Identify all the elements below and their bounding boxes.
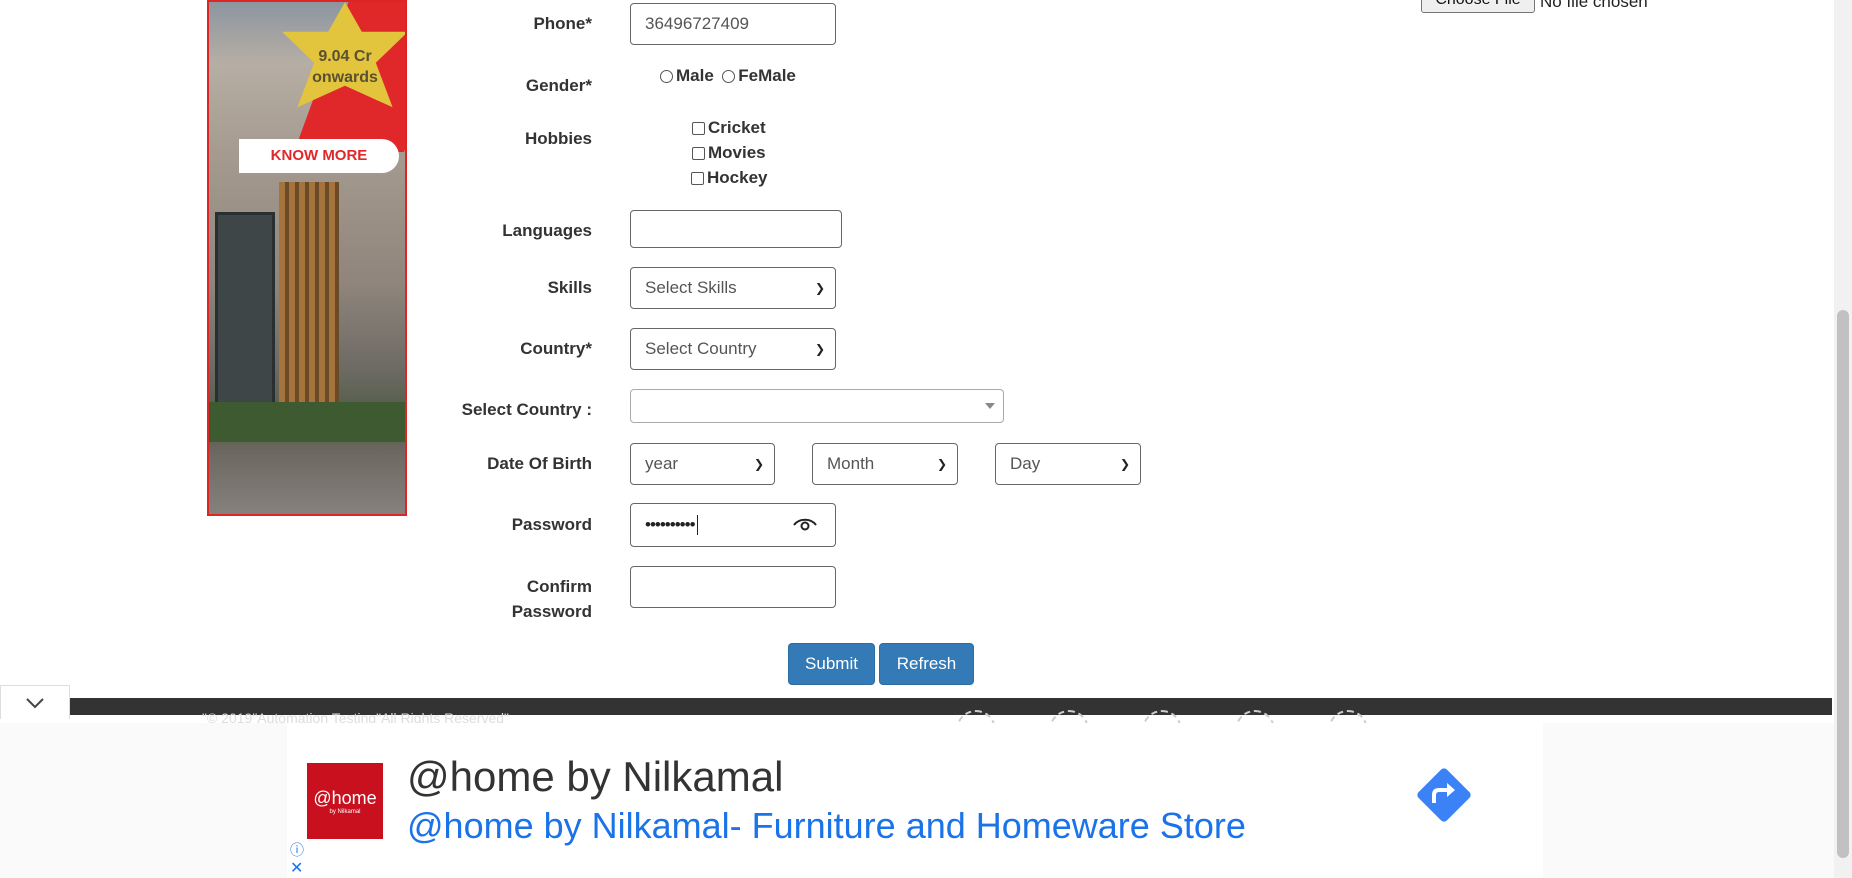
confirm-password-input[interactable] (630, 566, 836, 608)
ad-window-image (215, 212, 275, 412)
choose-file-button[interactable]: Choose File (1421, 0, 1535, 13)
select-country-label: Select Country : (461, 400, 592, 419)
ad-price-line1: 9.04 Cr (318, 48, 372, 65)
gender-female-label: FeMale (738, 66, 796, 85)
hobby-movies-checkbox[interactable] (692, 146, 705, 160)
chevron-down-icon: ❯ (753, 457, 764, 471)
ad-logo-sub: by Nilkamal (329, 808, 361, 815)
page: 9.04 Cr onwards KNOW MORE Choose File No… (0, 0, 1852, 878)
gender-label: Gender* (525, 76, 592, 95)
bottom-advertisement: @home by Nilkamal @home by Nilkamal @hom… (0, 723, 1834, 878)
phone-input[interactable] (630, 3, 836, 45)
vertical-scrollbar[interactable] (1834, 0, 1852, 878)
languages-label: Languages (502, 221, 592, 240)
ad-price-line2: onwards (312, 69, 378, 86)
chevron-down-icon: ❯ (814, 342, 825, 356)
dropdown-arrow-icon (985, 403, 995, 409)
ad-door-image (279, 182, 339, 427)
collapse-ad-button[interactable] (0, 685, 70, 719)
country-select-value: Select Country (645, 339, 757, 358)
password-value: •••••••••• (645, 515, 696, 534)
chevron-down-icon (26, 697, 44, 708)
confirm-password-label-line1: Confirm (526, 577, 592, 596)
hobby-hockey-checkbox[interactable] (691, 171, 704, 185)
gender-options: Male FeMale (660, 66, 796, 86)
skills-select[interactable]: Select Skills ❯ (630, 267, 836, 309)
close-icon[interactable]: ✕ (290, 858, 303, 878)
dob-year-value: year (645, 454, 679, 473)
hobbies-label: Hobbies (524, 129, 592, 148)
dob-year-select[interactable]: year ❯ (630, 443, 775, 485)
chevron-down-icon: ❯ (814, 281, 825, 295)
hobby-movies-label: Movies (708, 143, 766, 162)
gender-male-label: Male (676, 66, 714, 85)
country-label: Country* (520, 339, 592, 358)
chevron-down-icon: ❯ (1119, 457, 1130, 471)
ad-logo[interactable]: @home by Nilkamal (307, 763, 383, 839)
hobby-cricket-label: Cricket (708, 118, 766, 137)
text-cursor (696, 515, 698, 535)
languages-input[interactable] (630, 210, 842, 248)
eye-icon[interactable] (793, 517, 817, 533)
left-advertisement[interactable]: 9.04 Cr onwards KNOW MORE (207, 0, 407, 516)
dob-day-select[interactable]: Day ❯ (995, 443, 1141, 485)
ad-price-text: 9.04 Cr onwards (275, 46, 405, 88)
directions-arrow-icon[interactable] (1412, 763, 1476, 827)
info-icon[interactable]: ⓘ (290, 840, 304, 860)
dob-label: Date Of Birth (487, 454, 592, 473)
gender-female-radio[interactable] (722, 69, 736, 83)
gender-male-radio[interactable] (660, 69, 673, 83)
chevron-down-icon: ❯ (936, 457, 947, 471)
confirm-password-label: Confirm Password (460, 574, 592, 624)
ad-content[interactable]: @home by Nilkamal @home by Nilkamal @hom… (287, 723, 1543, 878)
hobby-hockey-label: Hockey (707, 168, 768, 187)
select-country-combobox[interactable] (630, 389, 1004, 423)
confirm-password-label-line2: Password (511, 602, 592, 621)
password-input[interactable]: •••••••••• (630, 503, 836, 547)
password-label: Password (511, 515, 592, 534)
ad-subtitle-link[interactable]: @home by Nilkamal- Furniture and Homewar… (407, 805, 1246, 847)
scrollbar-thumb[interactable] (1837, 310, 1849, 858)
hobby-cricket-checkbox[interactable] (692, 121, 705, 135)
dob-month-select[interactable]: Month ❯ (812, 443, 958, 485)
hobby-hockey: Hockey (691, 168, 767, 188)
skills-select-value: Select Skills (645, 278, 737, 297)
skills-label: Skills (547, 278, 592, 297)
no-file-chosen-text: No file chosen (1540, 0, 1648, 11)
submit-button[interactable]: Submit (788, 643, 875, 685)
ad-title[interactable]: @home by Nilkamal (407, 753, 783, 801)
hobby-movies: Movies (692, 143, 766, 163)
know-more-button[interactable]: KNOW MORE (239, 139, 399, 173)
ad-hedge-image (209, 402, 405, 442)
phone-label: Phone* (533, 14, 592, 33)
country-select[interactable]: Select Country ❯ (630, 328, 836, 370)
ad-logo-brand: @home (313, 787, 377, 808)
dob-day-value: Day (1010, 454, 1041, 473)
refresh-button[interactable]: Refresh (879, 643, 974, 685)
hobby-cricket: Cricket (692, 118, 766, 138)
dob-month-value: Month (827, 454, 875, 473)
